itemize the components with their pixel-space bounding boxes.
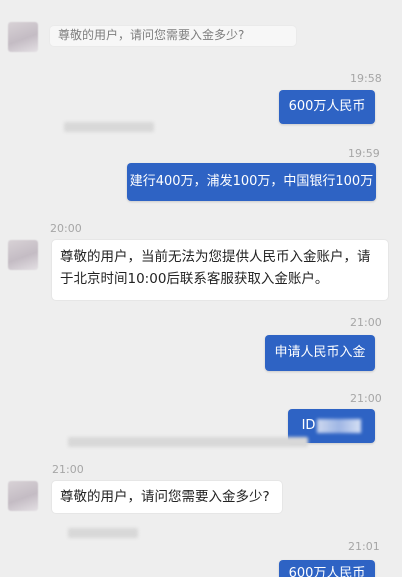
outgoing-message-bubble[interactable]: 申请人民币入金 [265, 335, 375, 371]
agent-avatar [8, 240, 38, 270]
message-text: 申请人民币入金 [274, 345, 366, 360]
timestamp: 19:59 [348, 147, 380, 160]
incoming-message-bubble: 尊敬的用户，请问您需要入金多少? [50, 26, 296, 46]
timestamp: 20:00 [50, 222, 82, 235]
timestamp: 21:01 [348, 540, 380, 553]
incoming-message-bubble: 尊敬的用户，当前无法为您提供人民币入金账户，请 于北京时间10:00后联系客服获… [52, 240, 388, 300]
message-text: ID [301, 418, 316, 433]
redacted-id [317, 418, 362, 433]
outgoing-message-bubble[interactable]: 建行400万，浦发100万，中国银行100万 [127, 163, 376, 201]
timestamp: 19:58 [350, 72, 382, 85]
outgoing-message-bubble[interactable]: 600万人民币 [279, 560, 375, 577]
message-text: 尊敬的用户，请问您需要入金多少? [58, 28, 245, 42]
chat-thread[interactable]: 尊敬的用户，请问您需要入金多少? 19:58 600万人民币 19:59 建行4… [0, 0, 402, 577]
incoming-message-bubble: 尊敬的用户，请问您需要入金多少? [52, 481, 282, 513]
agent-avatar [8, 22, 38, 52]
timestamp: 21:00 [52, 463, 84, 476]
outgoing-message-bubble[interactable]: 600万人民币 [279, 90, 375, 124]
message-text-line: 于北京时间10:00后联系客服获取入金账户。 [60, 271, 329, 287]
message-text-line: 尊敬的用户，当前无法为您提供人民币入金账户，请 [60, 249, 371, 265]
message-text: 尊敬的用户，请问您需要入金多少? [60, 489, 270, 505]
timestamp: 21:00 [350, 316, 382, 329]
timestamp: 21:00 [350, 392, 382, 405]
blurred-text [68, 528, 138, 538]
message-text: 600万人民币 [288, 99, 366, 114]
blurred-text [64, 122, 154, 132]
message-text: 建行400万，浦发100万，中国银行100万 [129, 174, 374, 189]
message-text: 600万人民币 [288, 566, 366, 577]
agent-avatar [8, 481, 38, 511]
blurred-text [68, 437, 308, 447]
